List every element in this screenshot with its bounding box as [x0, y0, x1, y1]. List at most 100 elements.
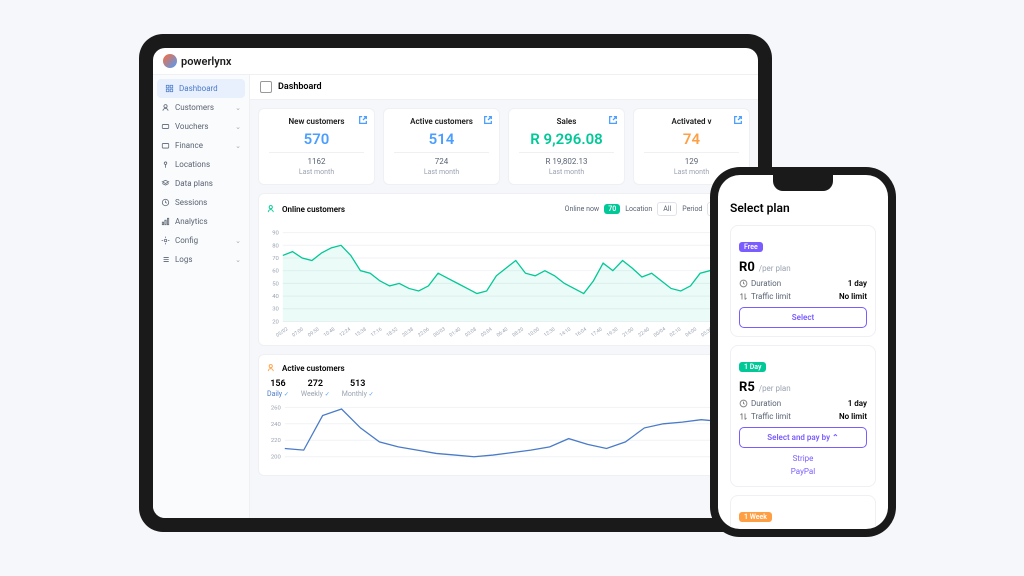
sidebar: DashboardCustomers⌄Vouchers⌄Finance⌄Loca… [153, 75, 250, 518]
svg-text:00/03: 00/03 [432, 326, 446, 337]
plan-traffic-row: Traffic limit No limit [739, 292, 867, 301]
main-area: Dashboard New customers5701162Last month… [250, 75, 758, 518]
panel-header: Active customers [267, 363, 741, 373]
svg-text:22:06: 22:06 [417, 326, 431, 337]
sidebar-item-finance[interactable]: Finance⌄ [153, 136, 249, 155]
svg-text:04:00: 04:00 [685, 326, 699, 337]
svg-text:19:30: 19:30 [606, 326, 620, 337]
svg-text:05:04: 05:04 [480, 326, 494, 337]
check-icon: ✓ [325, 391, 330, 398]
external-link-icon[interactable] [358, 115, 368, 125]
phone-frame: Select plan FreeR0 /per planDuration1 da… [710, 167, 896, 537]
card-sub-label: Last month [394, 168, 489, 176]
external-link-icon[interactable] [483, 115, 493, 125]
nav-label: Data plans [175, 179, 213, 188]
users-icon [267, 363, 277, 373]
sidebar-item-analytics[interactable]: Analytics [153, 212, 249, 231]
tablet-frame: powerlynx DashboardCustomers⌄Vouchers⌄Fi… [139, 34, 772, 532]
duration-value: 1 day [848, 399, 867, 408]
svg-text:20:38: 20:38 [401, 326, 415, 337]
topbar: powerlynx [153, 48, 758, 75]
tablet-screen: powerlynx DashboardCustomers⌄Vouchers⌄Fi… [153, 48, 758, 518]
sidebar-item-vouchers[interactable]: Vouchers⌄ [153, 117, 249, 136]
card-title: Activated v [644, 117, 739, 126]
plan-price: R0 [739, 260, 755, 275]
brand-logo[interactable]: powerlynx [163, 54, 231, 68]
svg-text:200: 200 [271, 455, 281, 461]
svg-text:50: 50 [272, 281, 279, 287]
svg-text:17:16: 17:16 [370, 326, 384, 337]
location-select[interactable]: All [657, 202, 677, 216]
phone-screen: Select plan FreeR0 /per planDuration1 da… [718, 175, 888, 529]
check-icon: ✓ [284, 391, 289, 398]
plan-duration-row: Duration 1 day [739, 399, 867, 408]
svg-text:60: 60 [272, 269, 279, 275]
card-sub: R 19,802.13Last month [519, 152, 614, 176]
clock-icon [739, 399, 748, 408]
plan-duration-row: Duration1 day [739, 279, 867, 288]
sidebar-item-dashboard[interactable]: Dashboard [157, 79, 245, 98]
card-value: 570 [269, 130, 364, 148]
svg-text:03:08: 03:08 [464, 326, 478, 337]
svg-text:15:38: 15:38 [354, 326, 368, 337]
svg-text:01:40: 01:40 [449, 326, 463, 337]
tab-weekly[interactable]: 272Weekly ✓ [301, 379, 330, 398]
tab-value: 156 [270, 379, 285, 389]
card-sub-label: Last month [519, 168, 614, 176]
dashboard-icon [260, 81, 272, 93]
traffic-label: Traffic limit [739, 412, 791, 421]
active-customers-panel: Active customers 156Daily ✓ 272Weekly ✓ 51… [258, 354, 750, 476]
tab-label: Daily ✓ [267, 390, 289, 398]
tab-monthly[interactable]: 513Monthly ✓ [342, 379, 374, 398]
svg-text:30: 30 [272, 307, 279, 313]
svg-text:17:40: 17:40 [590, 326, 604, 337]
stat-cards: New customers5701162Last month Active cus… [258, 108, 750, 185]
select-plan-button[interactable]: Select [739, 307, 867, 328]
plan-price-row: R0 /per plan [739, 256, 867, 275]
plan-price-row: R5 /per plan [739, 376, 867, 395]
nav-label: Vouchers [175, 122, 209, 131]
duration-value: 1 day [848, 279, 867, 288]
pay-option[interactable]: Stripe [739, 452, 867, 465]
duration-label: Duration [739, 399, 781, 408]
pay-options: StripePayPal [739, 452, 867, 478]
nav-label: Customers [175, 103, 214, 112]
pay-option[interactable]: PayPal [739, 465, 867, 478]
sidebar-item-customers[interactable]: Customers⌄ [153, 98, 249, 117]
stat-card: New customers5701162Last month [258, 108, 375, 185]
plan-price: R5 [739, 380, 755, 395]
app-body: DashboardCustomers⌄Vouchers⌄Finance⌄Loca… [153, 75, 758, 518]
external-link-icon[interactable] [733, 115, 743, 125]
sidebar-item-sessions[interactable]: Sessions [153, 193, 249, 212]
svg-text:00/04: 00/04 [653, 326, 667, 337]
stat-card: SalesR 9,296.08R 19,802.13Last month [508, 108, 625, 185]
chevron-down-icon: ⌄ [235, 237, 241, 245]
card-value: 74 [644, 130, 739, 148]
users-icon [267, 204, 277, 214]
card-value: 514 [394, 130, 489, 148]
card-title: Active customers [394, 117, 489, 126]
active-chart: 200220240260 [267, 402, 741, 467]
nav-label: Finance [175, 141, 203, 150]
sidebar-item-locations[interactable]: Locations [153, 155, 249, 174]
transfer-icon [739, 292, 748, 301]
sidebar-item-logs[interactable]: Logs⌄ [153, 250, 249, 269]
svg-text:80: 80 [272, 243, 279, 249]
content: New customers5701162Last month Active cus… [250, 100, 758, 492]
plan-badge: 1 Week [739, 512, 772, 522]
users-icon [161, 103, 170, 112]
check-icon: ✓ [369, 391, 374, 398]
tab-daily[interactable]: 156Daily ✓ [267, 379, 289, 398]
traffic-value: No limit [839, 292, 867, 301]
select-plan-button[interactable]: Select and pay by ⌃ [739, 427, 867, 448]
sidebar-item-data-plans[interactable]: Data plans [153, 174, 249, 193]
svg-text:220: 220 [271, 438, 281, 444]
svg-text:260: 260 [271, 405, 281, 411]
sidebar-item-config[interactable]: Config ⌄ [153, 231, 249, 250]
traffic-label: Traffic limit [739, 292, 791, 301]
plan-per: /per plan [759, 384, 791, 393]
nav-label: Config [175, 236, 198, 245]
online-now-badge: 70 [604, 204, 620, 214]
page-title: Dashboard [278, 82, 322, 92]
external-link-icon[interactable] [608, 115, 618, 125]
